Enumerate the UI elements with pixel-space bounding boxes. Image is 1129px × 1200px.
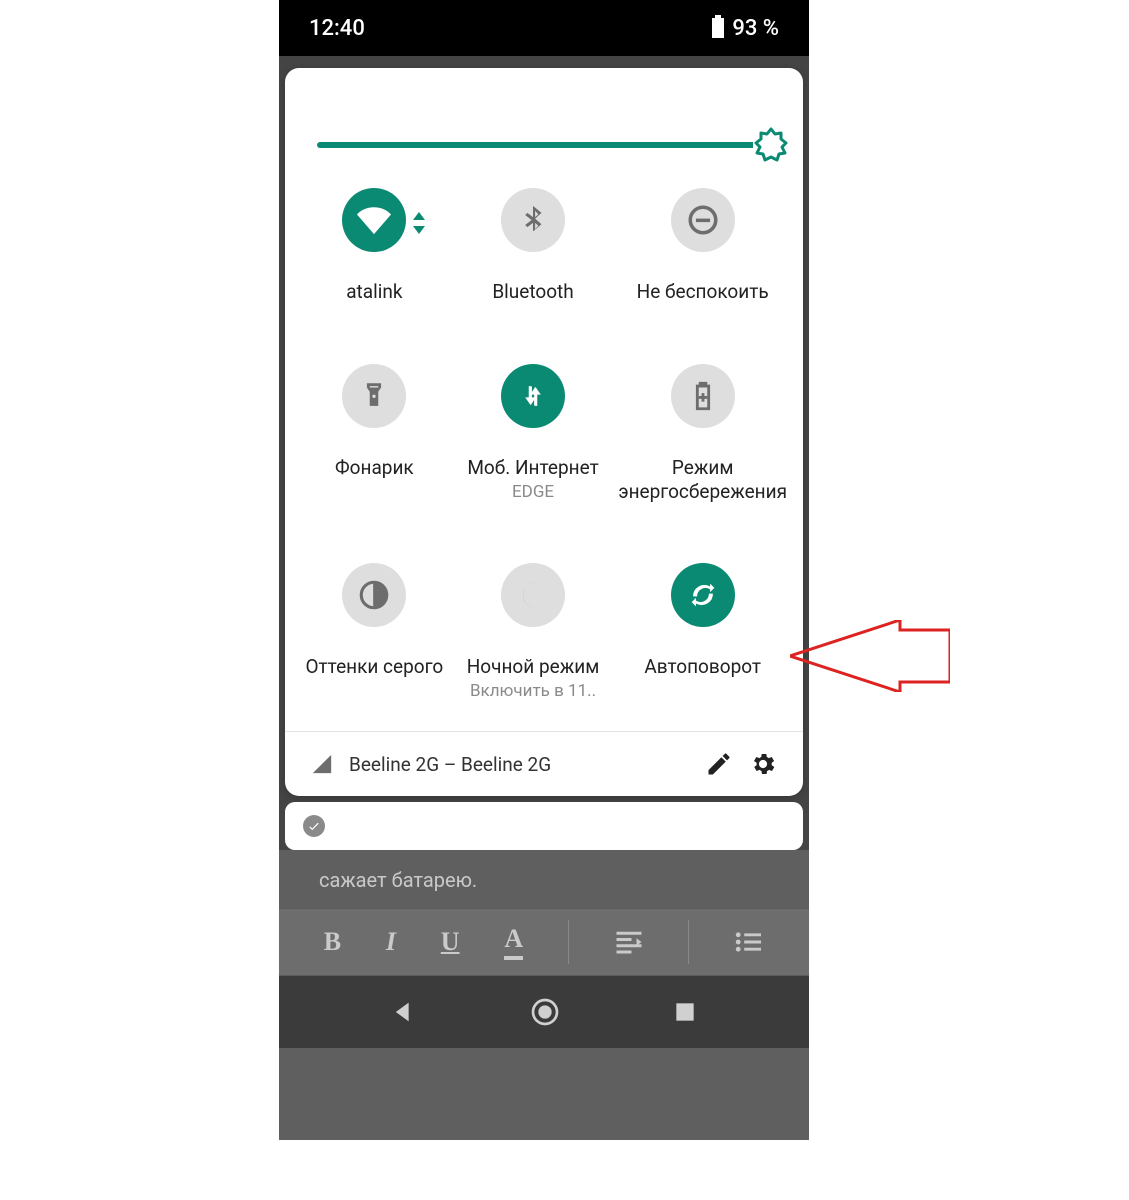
signal-icon: [311, 753, 333, 775]
tile-mobile-data-sub: EDGE: [512, 482, 554, 502]
tile-dnd-label: Не беспокоить: [631, 280, 775, 304]
brightness-track: [317, 142, 771, 148]
tile-autorotate-label: Автоповорот: [638, 655, 767, 679]
battery-icon: [712, 18, 724, 38]
tile-flashlight-label: Фонарик: [329, 456, 420, 480]
statusbar: 12:40 93 %: [279, 0, 809, 56]
phone-frame: 12:40 93 %: [279, 0, 809, 1140]
tile-battery-saver[interactable]: Режим энергосбережения: [612, 364, 793, 504]
list-button[interactable]: [734, 930, 764, 954]
annotation-arrow: [790, 620, 950, 692]
tile-battery-saver-label: Режим энергосбережения: [612, 456, 793, 504]
bluetooth-icon: [501, 188, 565, 252]
tile-flashlight[interactable]: Фонарик: [295, 364, 454, 504]
nav-back-button[interactable]: [390, 998, 418, 1026]
notification-strip[interactable]: [285, 802, 803, 850]
align-button[interactable]: [614, 929, 644, 955]
wifi-icon: [342, 188, 406, 252]
quick-settings-panel: atalink Bluetooth Не беспокоить: [285, 68, 803, 796]
brightness-slider[interactable]: [285, 68, 803, 158]
text-color-button[interactable]: A: [504, 924, 523, 960]
tiles-grid: atalink Bluetooth Не беспокоить: [285, 158, 803, 731]
carrier-text: Beeline 2G – Beeline 2G: [349, 753, 551, 776]
tile-autorotate[interactable]: Автоповорот: [612, 563, 793, 701]
tile-bluetooth-label: Bluetooth: [486, 280, 579, 304]
battery-percent: 93 %: [732, 16, 779, 41]
expand-icon[interactable]: [412, 212, 426, 238]
tile-night-mode-label: Ночной режим: [461, 655, 606, 679]
toolbar-divider: [568, 920, 569, 964]
nav-bar: [279, 976, 809, 1048]
tile-wifi-label: atalink: [340, 280, 408, 304]
nav-recents-button[interactable]: [672, 999, 698, 1025]
format-toolbar: B I U A: [279, 908, 809, 976]
tile-dnd[interactable]: Не беспокоить: [612, 188, 793, 304]
tile-grayscale-label: Оттенки серого: [299, 655, 449, 679]
tile-wifi[interactable]: atalink: [295, 188, 454, 304]
tile-mobile-data-label: Моб. Интернет: [461, 456, 604, 480]
toolbar-divider: [688, 920, 689, 964]
clock: 12:40: [309, 16, 365, 41]
dnd-icon: [671, 188, 735, 252]
tile-mobile-data[interactable]: Моб. Интернет EDGE: [454, 364, 613, 504]
italic-button[interactable]: I: [386, 927, 396, 957]
tile-bluetooth[interactable]: Bluetooth: [454, 188, 613, 304]
underline-button[interactable]: U: [441, 927, 460, 957]
tile-night-mode[interactable]: Ночной режим Включить в 11..: [454, 563, 613, 701]
tile-night-mode-sub: Включить в 11..: [470, 681, 596, 701]
mobile-data-icon: [501, 364, 565, 428]
tile-grayscale[interactable]: Оттенки серого: [295, 563, 454, 701]
status-right: 93 %: [712, 16, 779, 41]
nav-home-button[interactable]: [529, 996, 561, 1028]
check-circle-icon: [303, 815, 325, 837]
settings-button[interactable]: [749, 750, 777, 778]
background-app: сажает батарею. B I U A: [279, 850, 809, 1140]
flashlight-icon: [342, 364, 406, 428]
battery-saver-icon: [671, 364, 735, 428]
night-mode-icon: [501, 563, 565, 627]
bg-text-fragment: сажает батарею.: [279, 862, 809, 908]
bold-button[interactable]: B: [324, 927, 341, 957]
grayscale-icon: [342, 563, 406, 627]
autorotate-icon: [671, 563, 735, 627]
brightness-thumb-icon[interactable]: [753, 127, 789, 163]
qs-footer: Beeline 2G – Beeline 2G: [285, 731, 803, 796]
edit-button[interactable]: [705, 750, 733, 778]
